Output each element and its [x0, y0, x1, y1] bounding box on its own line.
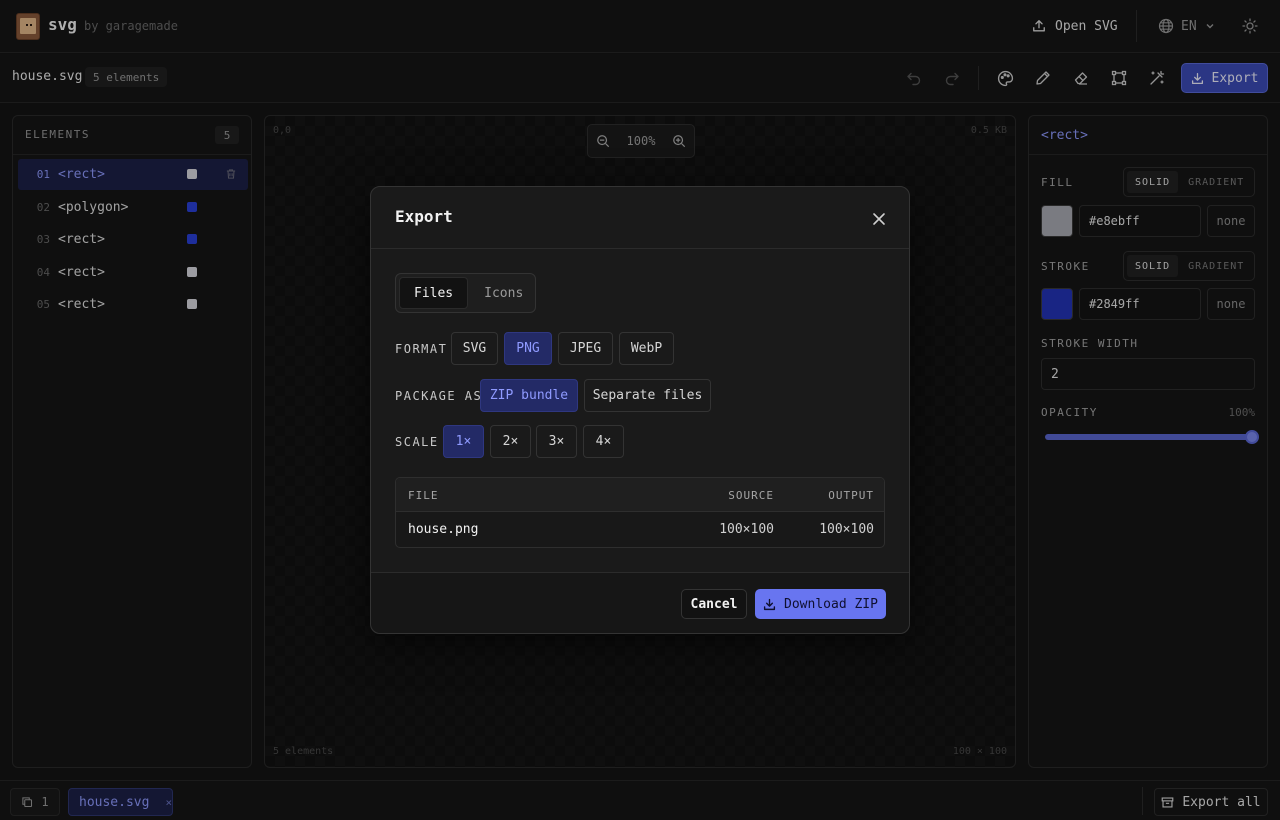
scale-option-3x[interactable]: 3× — [536, 425, 577, 458]
scale-option-4x[interactable]: 4× — [583, 425, 624, 458]
close-icon — [872, 212, 886, 226]
export-tabs: Files Icons — [395, 273, 536, 313]
table-row: house.png 100×100 100×100 — [396, 512, 884, 547]
scale-label: SCALE — [395, 435, 439, 449]
dialog-footer: Cancel Download ZIP — [371, 573, 909, 633]
download-zip-label: Download ZIP — [784, 596, 878, 612]
divider — [371, 248, 909, 249]
package-option-separate[interactable]: Separate files — [584, 379, 711, 412]
download-icon — [763, 598, 776, 611]
source-size-cell: 100×100 — [719, 521, 774, 537]
format-option-svg[interactable]: SVG — [451, 332, 498, 365]
column-header-file: FILE — [408, 488, 439, 502]
dialog-title: Export — [395, 207, 453, 226]
format-option-jpeg[interactable]: JPEG — [558, 332, 613, 365]
column-header-output: OUTPUT — [828, 488, 874, 502]
cancel-button[interactable]: Cancel — [681, 589, 747, 619]
table-header: FILE SOURCE OUTPUT — [396, 478, 884, 512]
export-dialog: Export Files Icons FORMAT SVG PNG JPEG W… — [370, 186, 910, 634]
package-option-zip[interactable]: ZIP bundle — [480, 379, 578, 412]
export-files-table: FILE SOURCE OUTPUT house.png 100×100 100… — [395, 477, 885, 548]
file-name-cell: house.png — [408, 521, 479, 537]
tab-files[interactable]: Files — [399, 277, 469, 309]
output-size-cell: 100×100 — [819, 521, 874, 537]
scale-option-2x[interactable]: 2× — [490, 425, 531, 458]
download-zip-button[interactable]: Download ZIP — [755, 589, 886, 619]
scale-option-1x[interactable]: 1× — [443, 425, 484, 458]
package-label: PACKAGE AS — [395, 389, 483, 403]
tab-icons[interactable]: Icons — [470, 277, 537, 309]
format-option-webp[interactable]: WebP — [619, 332, 674, 365]
column-header-source: SOURCE — [728, 488, 774, 502]
close-dialog-button[interactable] — [869, 209, 889, 229]
format-label: FORMAT — [395, 342, 448, 356]
format-option-png[interactable]: PNG — [504, 332, 552, 365]
